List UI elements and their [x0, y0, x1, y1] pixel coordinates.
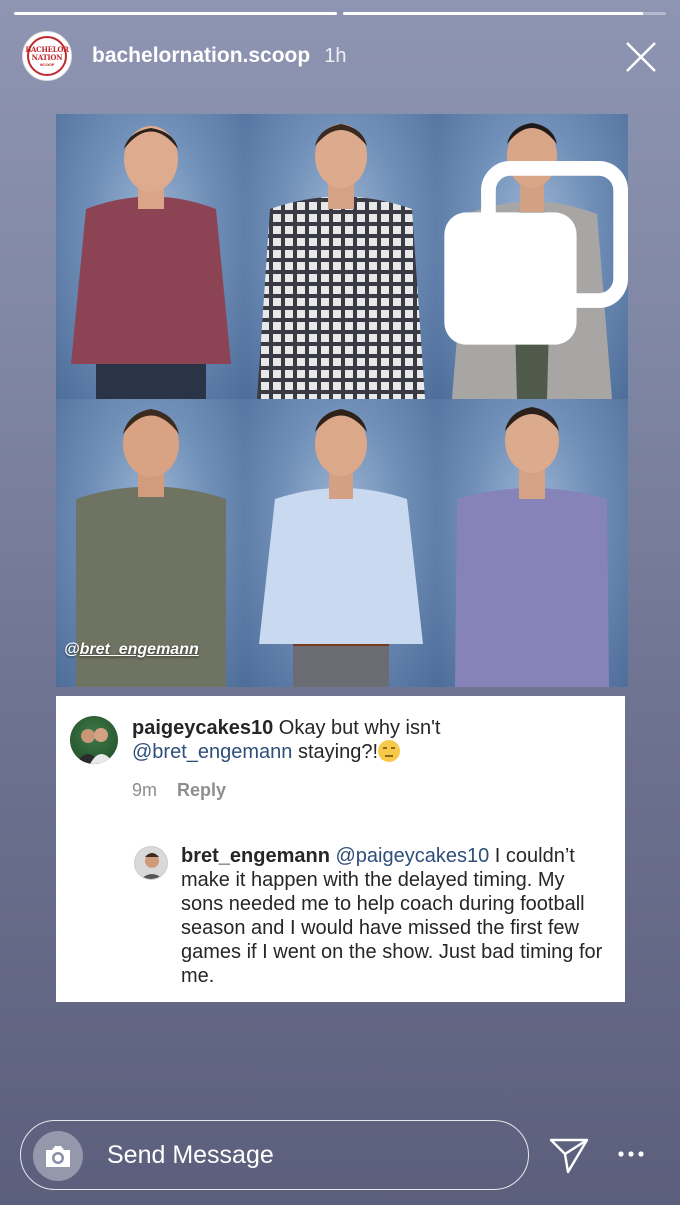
comment-username[interactable]: paigeycakes10 [132, 717, 273, 739]
reply-avatar [134, 846, 168, 880]
contestant-photo-1 [56, 114, 245, 399]
contestant-photo-4: @bret_engemann [56, 399, 245, 687]
portrait-plaid-shirt [257, 124, 425, 399]
story-progress [14, 12, 666, 15]
contestant-photo-5 [245, 399, 437, 687]
comment-mention[interactable]: @bret_engemann [132, 741, 292, 763]
comment-screenshot: paigeycakes10 Okay but why isn't @bret_e… [56, 696, 625, 1002]
progress-segment-1 [14, 12, 337, 15]
portrait-purple-tshirt [455, 407, 609, 687]
multiple-photos-icon [444, 161, 628, 345]
account-username[interactable]: bachelornation.scoop [92, 44, 310, 68]
paper-plane-icon[interactable] [548, 1134, 590, 1176]
reply-mention[interactable]: @paigeycakes10 [336, 845, 490, 867]
send-message-input[interactable]: Send Message [20, 1120, 529, 1190]
comment-text: Okay but why isn't [273, 717, 441, 739]
tagged-account-mention[interactable]: @bret_engemann [64, 641, 199, 659]
more-icon[interactable] [616, 1144, 646, 1164]
close-icon[interactable] [624, 40, 658, 74]
mention-handle: bret_engemann [79, 641, 199, 658]
comment-time: 9m [132, 780, 158, 800]
portrait-maroon-shirt [71, 126, 231, 399]
mention-prefix: @ [64, 641, 80, 658]
commenter-avatar [70, 716, 118, 764]
comment-text-end: staying?! [292, 741, 379, 763]
contestant-photo-grid: @bret_engemann [56, 114, 628, 687]
portrait-blue-shirt [259, 409, 423, 687]
reply-username[interactable]: bret_engemann [181, 845, 330, 867]
bachelor-nation-logo: BACHELOR NATION SCOOP [25, 36, 69, 76]
camera-button[interactable] [33, 1131, 83, 1181]
camera-icon [46, 1146, 70, 1167]
comment-meta: 9m Reply [132, 780, 226, 801]
contestant-photo-2 [245, 114, 437, 399]
progress-segment-2 [343, 12, 666, 15]
send-message-placeholder: Send Message [107, 1141, 274, 1169]
account-avatar[interactable]: BACHELOR NATION SCOOP [22, 31, 72, 81]
reply-button[interactable]: Reply [177, 780, 226, 800]
message-composer: Send Message [20, 1120, 680, 1192]
post-time: 1h [324, 44, 347, 67]
contestant-photo-6 [437, 399, 628, 687]
reply-body: bret_engemann @paigeycakes10 I couldn’t … [181, 844, 611, 988]
comment-body: paigeycakes10 Okay but why isn't @bret_e… [132, 716, 472, 764]
unamused-face-icon [378, 740, 401, 762]
story-header: BACHELOR NATION SCOOP bachelornation.sco… [22, 30, 662, 82]
logo-line-3: SCOOP [39, 61, 55, 67]
contestant-photo-3 [437, 114, 628, 399]
logo-line-2: NATION [31, 52, 63, 62]
